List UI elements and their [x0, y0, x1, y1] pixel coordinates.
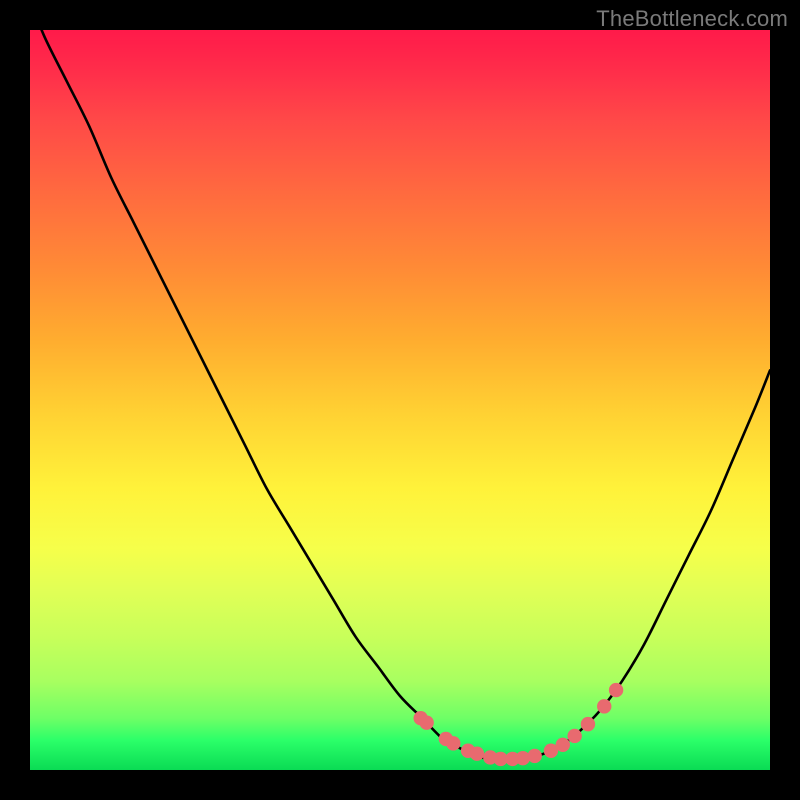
optimal-marker	[470, 747, 484, 761]
plot-area	[30, 30, 770, 770]
optimal-marker	[567, 729, 581, 743]
optimal-marker	[419, 715, 433, 729]
optimal-range-markers	[414, 683, 624, 766]
optimal-marker	[527, 749, 541, 763]
optimal-marker	[581, 717, 595, 731]
optimal-marker	[597, 699, 611, 713]
attribution-label: TheBottleneck.com	[596, 6, 788, 32]
chart-frame: TheBottleneck.com	[0, 0, 800, 800]
optimal-marker	[556, 738, 570, 752]
optimal-marker	[609, 683, 623, 697]
bottleneck-curve	[30, 30, 770, 759]
optimal-marker	[446, 736, 460, 750]
bottleneck-curve-svg	[30, 30, 770, 770]
